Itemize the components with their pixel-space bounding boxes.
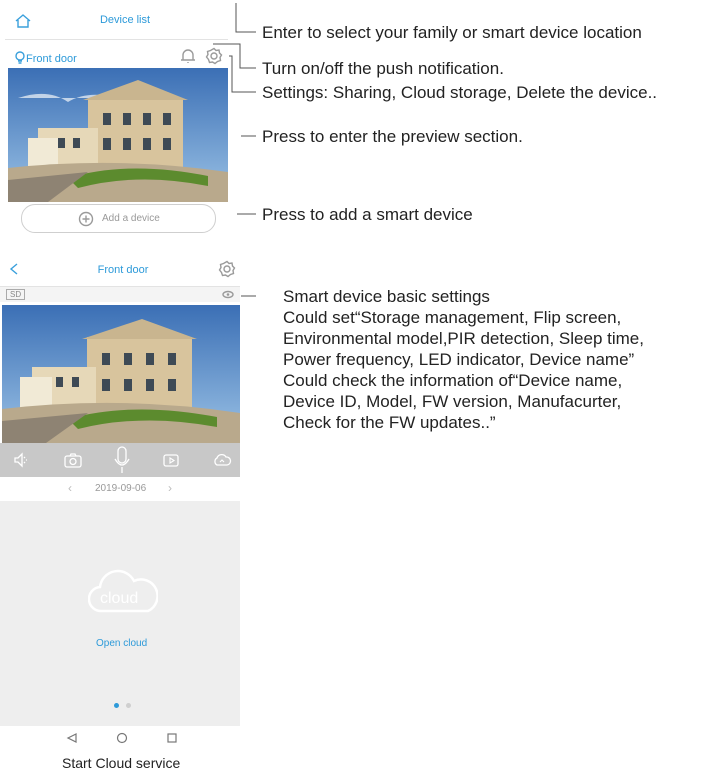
annotation-basic-line: Device ID, Model, FW version, Manufacurt… bbox=[283, 392, 622, 411]
annotation-basic-title: Smart device basic settings bbox=[283, 287, 490, 306]
annotation-basic-line: Check for the FW updates..” bbox=[283, 413, 496, 432]
annotation-push: Turn on/off the push notification. bbox=[262, 59, 504, 78]
leader-push bbox=[213, 43, 256, 69]
annotation-family: Enter to select your family or smart dev… bbox=[262, 23, 642, 42]
annotation-preview: Press to enter the preview section. bbox=[262, 127, 523, 146]
annotation-basic-line: Power frequency, LED indicator, Device n… bbox=[283, 350, 635, 369]
annotation-basic-line: Could set“Storage management, Flip scree… bbox=[283, 308, 622, 327]
leader-family bbox=[235, 3, 256, 33]
annotation-settings: Settings: Sharing, Cloud storage, Delete… bbox=[262, 83, 658, 102]
annotation-basic-line: Environmental model,PIR detection, Sleep… bbox=[283, 329, 644, 348]
annotation-basic-line: Could check the information of“Device na… bbox=[283, 371, 623, 390]
annotation-add: Press to add a smart device bbox=[262, 205, 473, 224]
leader-settings bbox=[229, 55, 256, 93]
